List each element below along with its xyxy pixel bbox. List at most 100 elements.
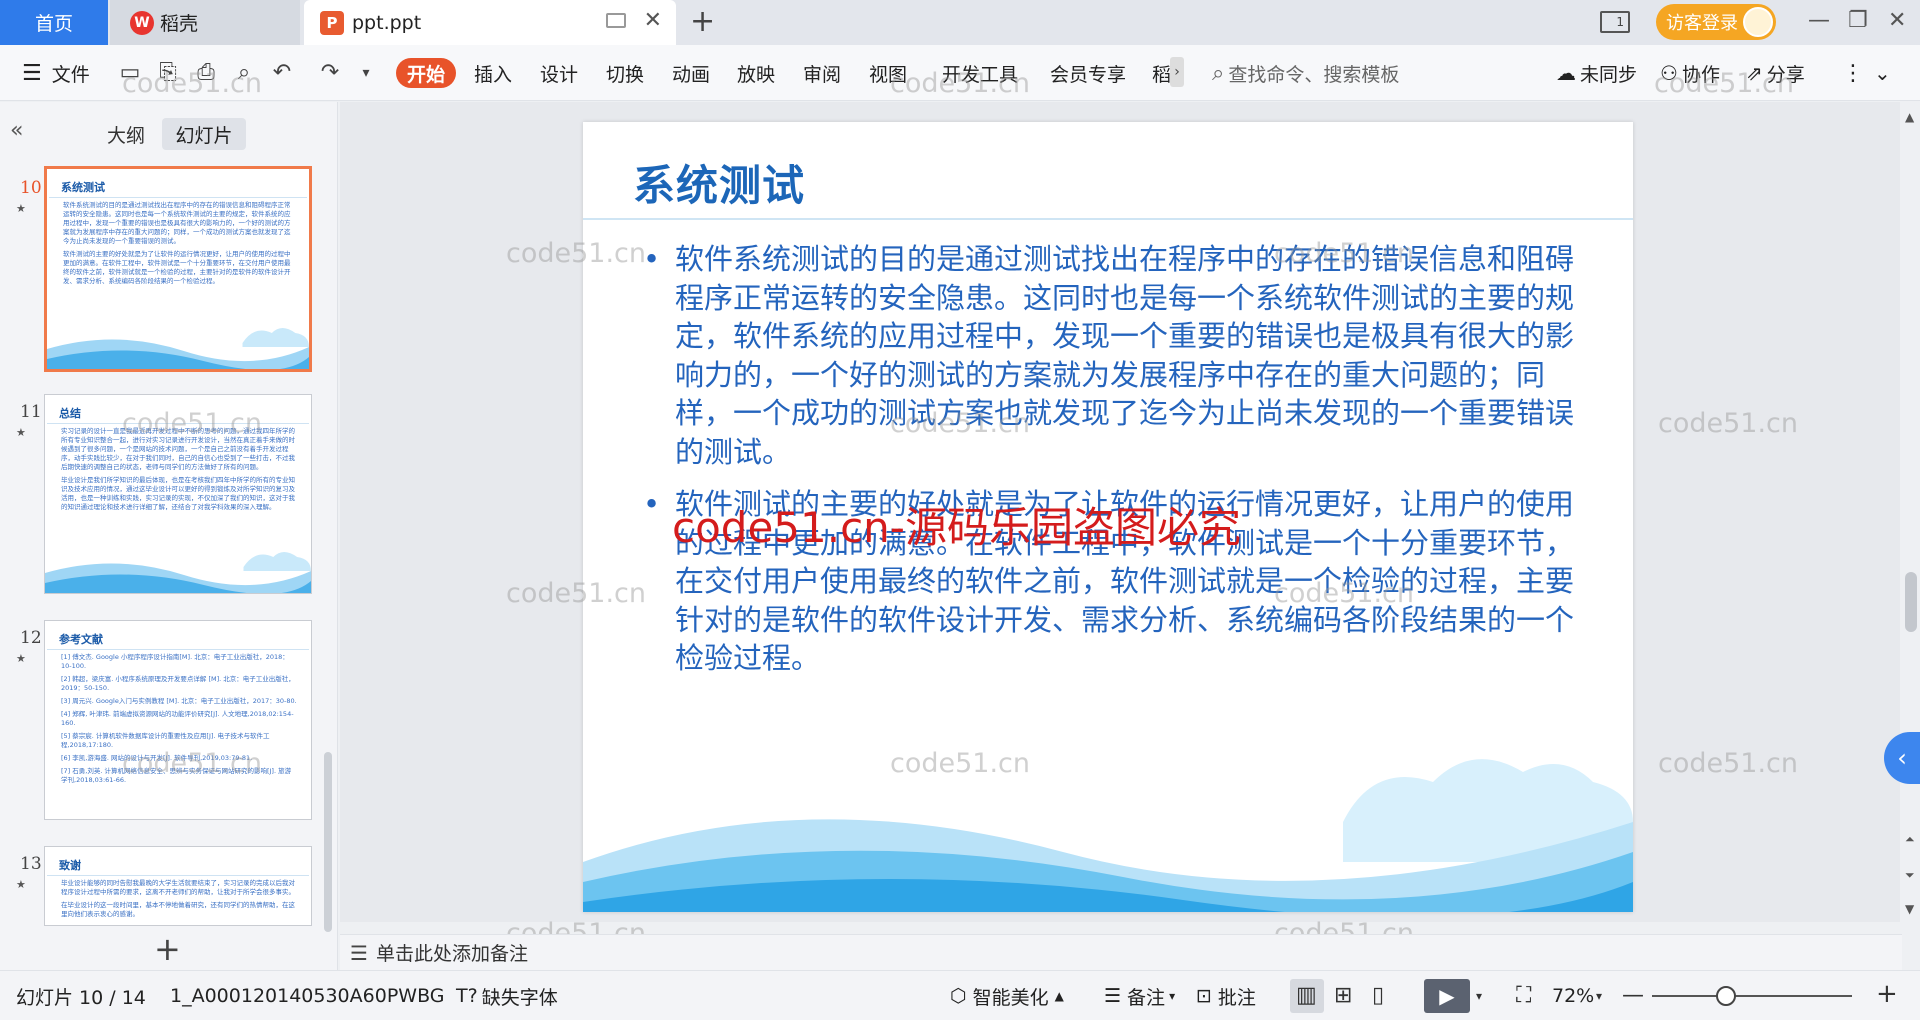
command-search[interactable]: ⌕ 查找命令、搜索模板 <box>1212 45 1399 101</box>
thumbnail-number: 10 <box>20 178 42 198</box>
tab-slides[interactable]: 幻灯片 <box>162 118 246 150</box>
tab-home-label: 首页 <box>34 13 73 35</box>
tab-daoke[interactable]: W 稻壳 <box>110 0 300 45</box>
play-slideshow-button[interactable]: ▶ <box>1424 979 1470 1013</box>
close-tab-icon[interactable]: ✕ <box>644 8 662 33</box>
reading-view-icon[interactable]: ▯ <box>1372 983 1384 1008</box>
comment-button[interactable]: ⊡ 批注 <box>1196 971 1256 1020</box>
share-icon: ⇗ <box>1746 61 1763 85</box>
slide-bullet[interactable]: 软件系统测试的目的是通过测试找出在程序中的存在的错误信息和阻碍程序正常运转的安全… <box>643 240 1575 471</box>
thumbnail-scrollbar[interactable] <box>324 752 332 932</box>
ribbon-tab-developer[interactable]: 开发工具 <box>942 45 1018 101</box>
normal-view-icon[interactable]: ▥ <box>1296 983 1317 1008</box>
ribbon-tab-transition[interactable]: 切换 <box>606 45 644 101</box>
new-tab-icon[interactable]: + <box>690 4 715 39</box>
ribbon-tab-member[interactable]: 会员专享 <box>1050 45 1126 101</box>
thumbnail-paragraph: [1] 傅文杰. Google 小程序程序设计指南[M]. 北京：电子工业出版社… <box>61 653 289 670</box>
thumbnail-body: [1] 傅文杰. Google 小程序程序设计指南[M]. 北京：电子工业出版社… <box>61 653 297 815</box>
collaborate-button[interactable]: ⚇ 协作 <box>1660 45 1720 101</box>
tab-home[interactable]: 首页 <box>0 0 108 45</box>
fit-window-icon[interactable]: ⛶ <box>1516 983 1531 1008</box>
ribbon-tab-animation[interactable]: 动画 <box>672 45 710 101</box>
print-icon[interactable]: ⎙ <box>192 59 220 87</box>
comment-label: 批注 <box>1217 986 1256 1009</box>
thumbnail-number: 13 <box>20 854 42 874</box>
ribbon-tab-view[interactable]: 视图 <box>869 45 907 101</box>
slide-body[interactable]: 软件系统测试的目的是通过测试找出在程序中的存在的错误信息和阻碍程序正常运转的安全… <box>643 240 1575 692</box>
collapse-panel-icon[interactable]: « <box>10 118 23 143</box>
sync-button[interactable]: ☁ 未同步 <box>1556 45 1637 101</box>
tab-daoke-label: 稻壳 <box>160 13 199 35</box>
export-pdf-icon[interactable]: ⎘ <box>154 59 182 87</box>
zoom-slider-knob[interactable] <box>1716 986 1736 1006</box>
ribbon-tab-start[interactable]: 开始 <box>396 58 456 88</box>
notes-toggle-label: 备注 <box>1127 986 1166 1009</box>
window-mode-icon[interactable] <box>606 13 626 28</box>
redo-icon[interactable]: ↷ <box>316 59 344 87</box>
sync-label: 未同步 <box>1580 63 1638 86</box>
chevron-down-icon: ▾ <box>1169 989 1176 1003</box>
zoom-level[interactable]: 72% <box>1552 971 1594 1020</box>
tab-document[interactable]: P ppt.ppt ✕ <box>304 0 676 45</box>
zoom-dropdown-icon[interactable]: ▾ <box>1596 989 1602 1003</box>
play-icon: ▶ <box>1439 984 1455 1008</box>
thumbnail-body: 实习记录的设计一直是我最近再开发过程中不断的思考的问题，通过我四年所学的所有专业… <box>61 427 297 547</box>
template-name[interactable]: 1_A000120140530A60PWBG <box>170 971 445 1020</box>
hamburger-icon: ☰ <box>22 60 42 86</box>
play-options-icon[interactable]: ▾ <box>1476 989 1482 1003</box>
notes-placeholder: 单击此处添加备注 <box>375 943 528 965</box>
current-slide[interactable]: 系统测试 软件系统测试的目的是通过测试找出在程序中的存在的错误信息和阻碍程序正常… <box>583 122 1633 912</box>
thumbnail-title: 参考文献 <box>59 633 103 646</box>
slide-thumbnail-13[interactable]: 致谢 毕业设计能够的同时告慰我最晚的大学生活就要结束了，实习记录的完成以后我对程… <box>44 846 312 926</box>
add-slide-icon[interactable]: + <box>154 930 181 968</box>
animation-star-icon: ★ <box>16 202 26 215</box>
ribbon-tab-daoke[interactable]: 稻 <box>1152 45 1171 101</box>
close-window-icon[interactable]: ✕ <box>1888 8 1906 33</box>
tab-outline[interactable]: 大纲 <box>98 118 154 150</box>
ribbon-tab-member-label: 会员专享 <box>1050 63 1127 86</box>
share-button[interactable]: ⇗ 分享 <box>1746 45 1805 101</box>
more-options-icon[interactable]: ⋮ <box>1842 45 1864 101</box>
thumbnail-paragraph: [2] 韩超，梁庆富. 小程序系统原理及开发要点详解 [M]. 北京：电子工业出… <box>61 675 295 692</box>
slide-thumbnail-10[interactable]: 系统测试 软件系统测试的目的是通过测试找出在程序中的存在的错误信息和阻碍程序正常… <box>44 166 312 372</box>
slide-title[interactable]: 系统测试 <box>633 152 805 213</box>
login-button[interactable]: 访客登录 <box>1656 4 1776 40</box>
zoom-slider-track[interactable] <box>1652 995 1852 997</box>
scroll-down-icon[interactable]: ▼ <box>1905 902 1914 916</box>
zoom-in-icon[interactable]: + <box>1876 979 1898 1009</box>
ribbon-tab-insert-label: 插入 <box>474 63 513 86</box>
undo-icon[interactable]: ↶ <box>268 59 296 87</box>
ribbon-more-icon[interactable]: › <box>1170 57 1184 87</box>
notes-bar[interactable]: ☰ 单击此处添加备注 <box>340 934 1902 970</box>
ribbon-tab-review[interactable]: 审阅 <box>803 45 841 101</box>
quick-access-dropdown-icon[interactable]: ▾ <box>352 59 380 87</box>
ribbon-tab-slideshow[interactable]: 放映 <box>737 45 775 101</box>
ribbon-tab-insert[interactable]: 插入 <box>474 45 512 101</box>
avatar-icon <box>1743 7 1773 37</box>
save-icon[interactable]: ▭ <box>116 59 144 87</box>
print-preview-icon[interactable]: ⌕ <box>230 59 258 87</box>
missing-font-button[interactable]: T? 缺失字体 <box>456 971 558 1020</box>
next-slide-icon[interactable]: ⏷ <box>1905 868 1915 883</box>
smart-beautify-button[interactable]: ⬡ 智能美化 ▲ <box>950 971 1064 1020</box>
ribbon: ☰ 文件 ▭ ⎘ ⎙ ⌕ ↶ ↷ ▾ 开始 插入 设计 切换 动画 放映 审阅 … <box>0 45 1920 101</box>
tab-slides-label: 幻灯片 <box>175 124 233 147</box>
slide-thumbnail-11[interactable]: 总结 实习记录的设计一直是我最近再开发过程中不断的思考的问题，通过我四年所学的所… <box>44 394 312 594</box>
notes-toggle-button[interactable]: ☰ 备注 ▾ <box>1104 971 1175 1020</box>
collapse-ribbon-icon[interactable]: ⌄ <box>1874 45 1891 101</box>
canvas-scrollbar-thumb[interactable] <box>1905 572 1917 632</box>
thumbnail-paragraph: 毕业设计是我们所学知识的最后体现，也是在考核我们四年中所学的所有的专业知识及技术… <box>61 476 295 511</box>
zoom-out-icon[interactable]: — <box>1622 983 1644 1008</box>
ribbon-tab-design[interactable]: 设计 <box>540 45 578 101</box>
slide-thumbnail-12[interactable]: 参考文献 [1] 傅文杰. Google 小程序程序设计指南[M]. 北京：电子… <box>44 620 312 820</box>
slide-sorter-icon[interactable]: ⊞ <box>1334 983 1352 1008</box>
ribbon-tab-view-label: 视图 <box>869 63 908 86</box>
restore-icon[interactable]: ❐ <box>1848 8 1868 33</box>
minimize-icon[interactable]: — <box>1808 8 1830 33</box>
slide-bullet[interactable]: 软件测试的主要的好处就是为了让软件的运行情况更好，让用户的使用的过程中更加的满意… <box>643 485 1575 678</box>
scroll-up-icon[interactable]: ▲ <box>1905 110 1914 124</box>
file-menu-button[interactable]: ☰ 文件 <box>22 45 90 101</box>
prev-slide-icon[interactable]: ⏶ <box>1905 832 1915 847</box>
workspace-layout-icon[interactable]: 1 <box>1600 11 1630 33</box>
canvas-scrollbar[interactable]: ▲ ⏶ ⏷ ▼ <box>1902 102 1920 922</box>
